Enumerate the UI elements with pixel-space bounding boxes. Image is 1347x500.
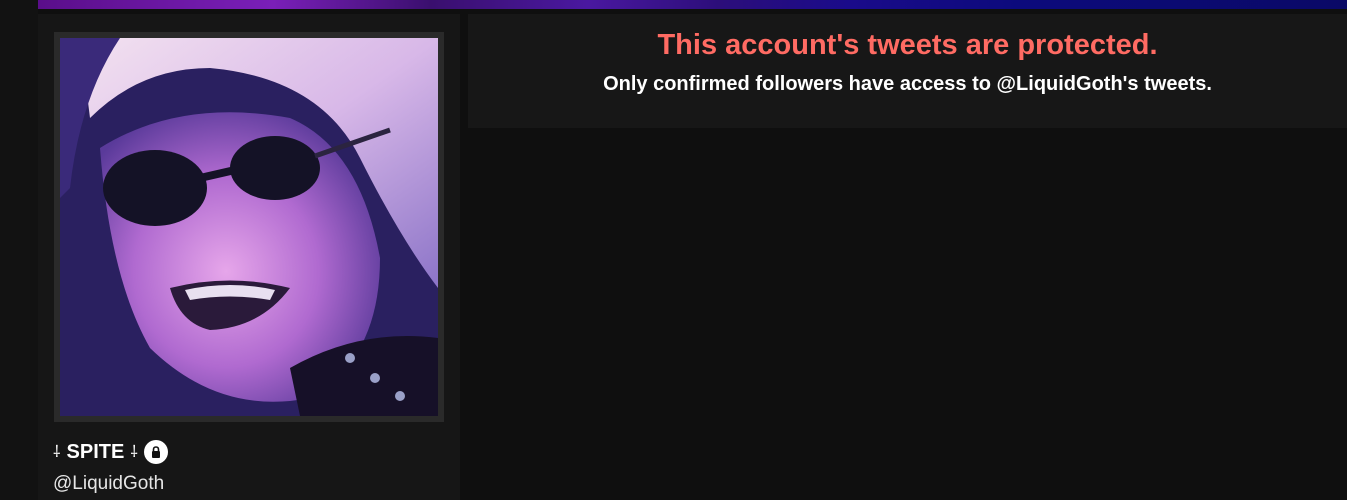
profile-handle[interactable]: @LiquidGoth <box>53 472 164 496</box>
inverted-cross-icon: ⸸ <box>130 442 138 461</box>
protected-subtitle: Only confirmed followers have access to … <box>603 73 1212 95</box>
inverted-cross-icon: ⸸ <box>53 442 61 461</box>
display-name: SPITE <box>66 441 125 463</box>
profile-card: ⸸ SPITE ⸸ @LiquidGoth <box>38 14 460 500</box>
lock-icon <box>143 440 168 464</box>
avatar-frame[interactable] <box>54 32 444 422</box>
protected-notice: This account's tweets are protected. Onl… <box>468 14 1347 128</box>
page: ⸸ SPITE ⸸ @LiquidGoth This account's twe… <box>0 0 1347 500</box>
avatar[interactable] <box>60 38 438 416</box>
left-gutter <box>0 0 38 500</box>
protected-title: This account's tweets are protected. <box>657 29 1158 61</box>
profile-banner <box>38 0 1347 9</box>
profile-name[interactable]: ⸸ SPITE ⸸ <box>53 440 168 464</box>
avatar-image <box>60 38 438 416</box>
